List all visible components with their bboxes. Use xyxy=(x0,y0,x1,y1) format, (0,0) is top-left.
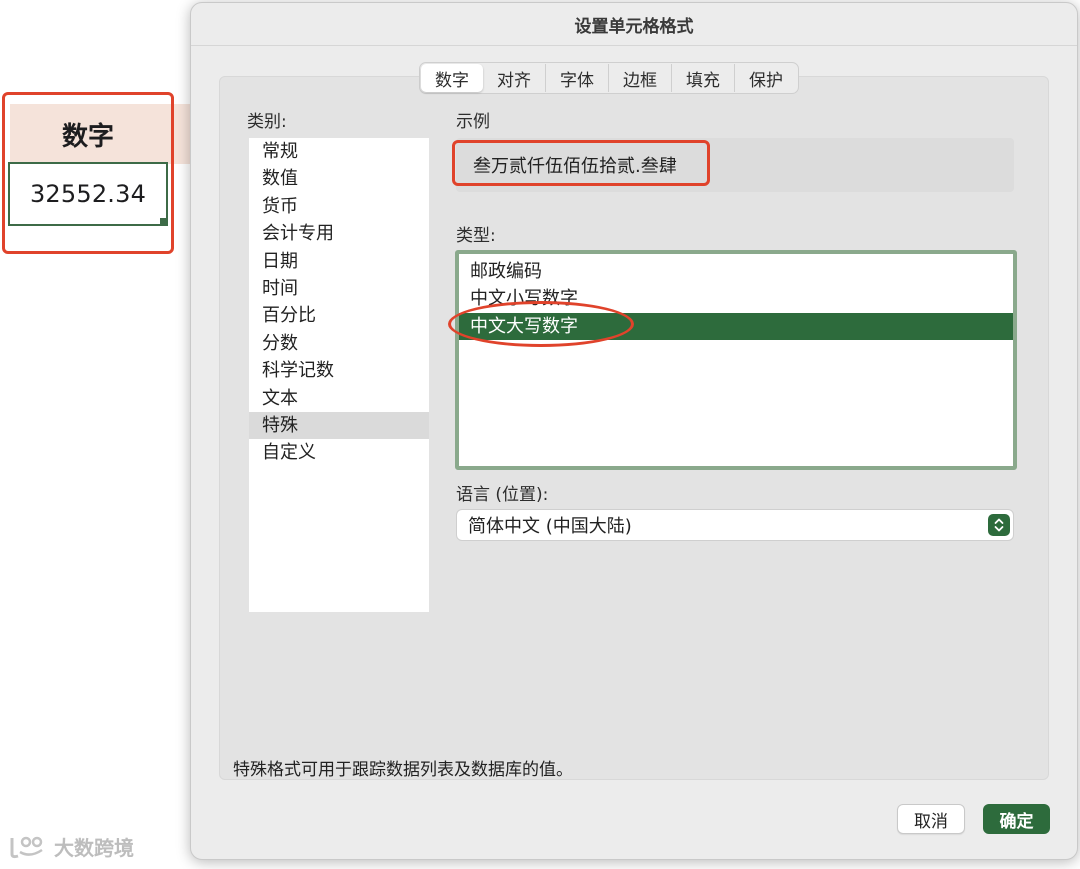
category-item-selected[interactable]: 特殊 xyxy=(249,411,429,440)
dialog-title-bar[interactable]: 设置单元格格式 xyxy=(191,3,1077,46)
watermark-logo-icon xyxy=(10,836,43,858)
cancel-button[interactable]: 取消 xyxy=(897,804,965,834)
sample-label: 示例 xyxy=(456,112,490,132)
watermark-text: 大数跨境 xyxy=(54,836,134,860)
format-description: 特殊格式可用于跟踪数据列表及数据库的值。 xyxy=(233,760,573,780)
ok-button[interactable]: 确定 xyxy=(983,804,1050,834)
annotation-rectangle-sample xyxy=(452,140,710,186)
category-item[interactable]: 百分比 xyxy=(249,302,429,329)
tab-fill[interactable]: 填充 xyxy=(672,64,735,92)
select-arrows-icon[interactable] xyxy=(988,514,1010,536)
dialog-title: 设置单元格格式 xyxy=(574,16,694,37)
category-item[interactable]: 文本 xyxy=(249,385,429,412)
spreadsheet-fragment: 数字 32552.34 大数跨境 xyxy=(0,0,200,869)
category-item[interactable]: 日期 xyxy=(249,248,429,275)
category-label: 类别: xyxy=(247,112,287,132)
format-cells-dialog: 设置单元格格式 数字 对齐 字体 边框 填充 保护 类别: 常规 数值 货币 会… xyxy=(190,2,1078,860)
category-item[interactable]: 数值 xyxy=(249,165,429,192)
category-item[interactable]: 分数 xyxy=(249,330,429,357)
category-item[interactable]: 科学记数 xyxy=(249,357,429,384)
category-item[interactable]: 会计专用 xyxy=(249,220,429,247)
watermark: 大数跨境 xyxy=(8,832,134,861)
category-item[interactable]: 自定义 xyxy=(249,439,429,466)
type-item[interactable]: 邮政编码 xyxy=(459,258,1013,285)
tab-protection[interactable]: 保护 xyxy=(735,64,797,92)
annotation-oval-type xyxy=(448,301,634,347)
locale-value: 简体中文 (中国大陆) xyxy=(468,516,632,537)
type-list[interactable]: 邮政编码 中文小写数字 中文大写数字 xyxy=(455,250,1017,470)
tab-bar: 数字 对齐 字体 边框 填充 保护 xyxy=(419,62,799,94)
locale-select[interactable]: 简体中文 (中国大陆) xyxy=(456,509,1014,541)
tab-font[interactable]: 字体 xyxy=(546,64,609,92)
tab-alignment[interactable]: 对齐 xyxy=(483,64,546,92)
annotation-rectangle-cell xyxy=(2,92,174,254)
tab-border[interactable]: 边框 xyxy=(609,64,672,92)
type-label: 类型: xyxy=(456,226,496,246)
category-item[interactable]: 货币 xyxy=(249,193,429,220)
category-item[interactable]: 时间 xyxy=(249,275,429,302)
category-list[interactable]: 常规 数值 货币 会计专用 日期 时间 百分比 分数 科学记数 文本 特殊 自定… xyxy=(249,138,429,612)
tab-number[interactable]: 数字 xyxy=(421,64,483,92)
category-item[interactable]: 常规 xyxy=(249,138,429,165)
locale-label: 语言 (位置): xyxy=(456,485,549,505)
